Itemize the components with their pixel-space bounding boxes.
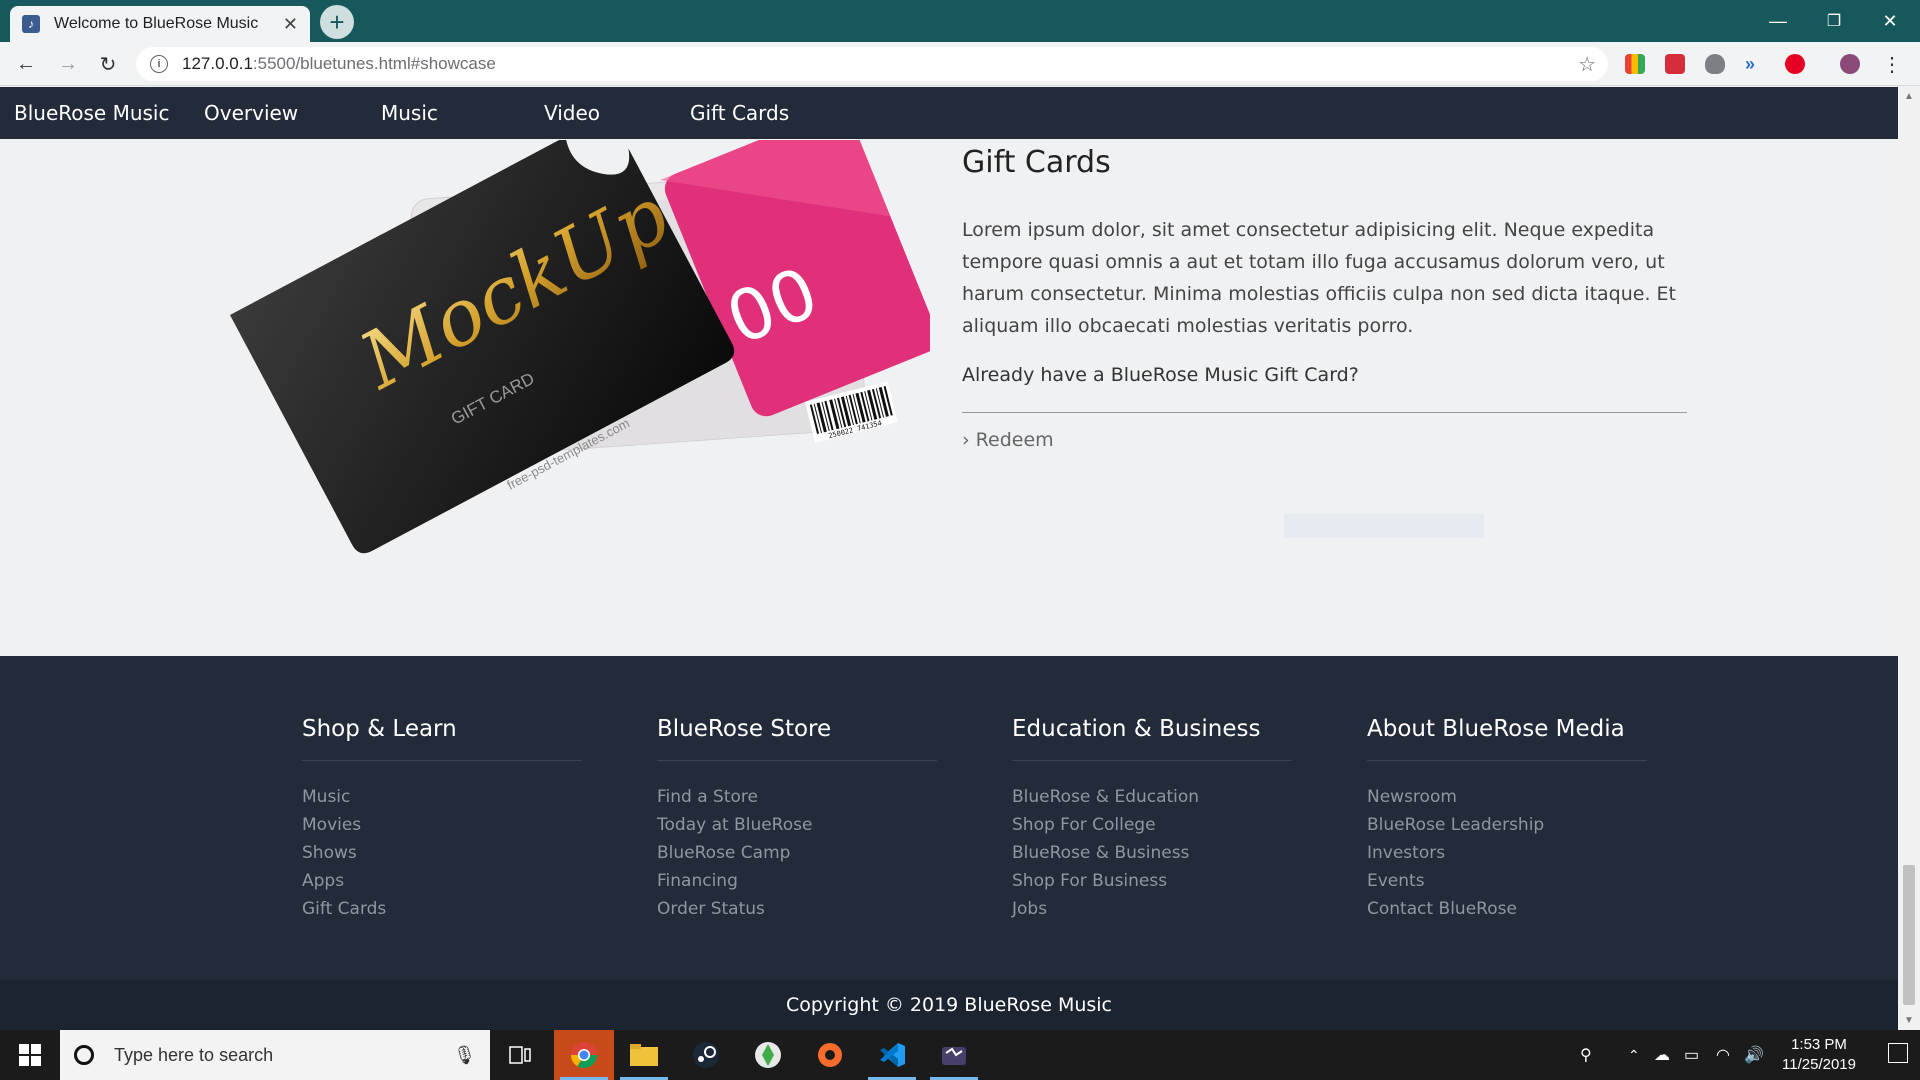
pocket-icon[interactable] <box>1665 54 1685 74</box>
start-button[interactable] <box>0 1030 60 1080</box>
footer-link[interactable]: Financing <box>657 867 937 895</box>
browser-tab[interactable]: ♪ Welcome to BlueRose Music ✕ <box>10 6 310 42</box>
redeem-label: Redeem <box>975 429 1054 451</box>
footer-column-shop: Shop & Learn Music Movies Shows Apps Gif… <box>302 716 582 923</box>
footer-link[interactable]: Shop For Business <box>1012 867 1292 895</box>
address-bar[interactable]: i 127.0.0.1:5500/bluetunes.html#showcase… <box>136 47 1608 81</box>
gift-card-image: 00 250022 741354 MockUp GIFT CARD free-p… <box>230 140 930 554</box>
vscode-icon[interactable] <box>862 1030 922 1080</box>
people-icon[interactable]: ⚲ <box>1580 1030 1592 1080</box>
onedrive-icon[interactable]: ☁ <box>1654 1030 1670 1080</box>
faded-button[interactable] <box>1284 514 1484 538</box>
footer-link[interactable]: Events <box>1367 867 1647 895</box>
task-view-icon[interactable] <box>490 1030 550 1080</box>
browser-toolbar: ← → ↻ i 127.0.0.1:5500/bluetunes.html#sh… <box>0 42 1920 86</box>
tab-close-icon[interactable]: ✕ <box>283 14 298 35</box>
origin-icon[interactable] <box>800 1030 860 1080</box>
new-tab-button[interactable]: + <box>320 5 354 39</box>
steam-icon[interactable] <box>676 1030 736 1080</box>
minimize-button[interactable]: — <box>1750 0 1806 42</box>
footer-link[interactable]: Contact BlueRose <box>1367 895 1647 923</box>
scroll-up-icon[interactable]: ▲ <box>1904 91 1914 102</box>
chevron-right-icon: › <box>962 429 970 451</box>
browser-titlebar: ♪ Welcome to BlueRose Music ✕ + — ❐ ✕ <box>0 0 1920 42</box>
footer-heading: Education & Business <box>1012 716 1292 761</box>
chrome-taskbar-icon[interactable] <box>554 1030 614 1080</box>
browser-menu-icon[interactable]: ⋮ <box>1882 52 1902 77</box>
gift-cards-heading: Gift Cards <box>962 145 1111 180</box>
footer-link[interactable]: Gift Cards <box>302 895 582 923</box>
footer-column-about: About BlueRose Media Newsroom BlueRose L… <box>1367 716 1647 923</box>
footer-link[interactable]: BlueRose & Business <box>1012 839 1292 867</box>
search-placeholder: Type here to search <box>114 1044 274 1065</box>
footer-link[interactable]: Order Status <box>657 895 937 923</box>
divider <box>962 412 1687 413</box>
action-center-icon[interactable] <box>1888 1043 1908 1063</box>
forward-arrow-icon[interactable]: → <box>54 50 82 78</box>
gift-cards-description: Lorem ipsum dolor, sit amet consectetur … <box>962 219 1677 337</box>
copyright-bar: Copyright © 2019 BlueRose Music <box>0 980 1898 1030</box>
pinterest-icon[interactable] <box>1785 54 1805 74</box>
footer-link[interactable]: Shows <box>302 839 582 867</box>
already-have-card-text: Already have a BlueRose Music Gift Card? <box>962 364 1359 386</box>
footer-link[interactable]: Shop For College <box>1012 811 1292 839</box>
redeem-link[interactable]: › Redeem <box>962 429 1054 451</box>
clock-time: 1:53 PM <box>1791 1036 1847 1053</box>
music-note-icon: ♪ <box>22 15 40 33</box>
footer-link[interactable]: BlueRose Leadership <box>1367 811 1647 839</box>
url-host: 127.0.0.1 <box>182 54 253 73</box>
clock-date: 11/25/2019 <box>1782 1056 1856 1073</box>
file-explorer-icon[interactable] <box>614 1030 674 1080</box>
footer-link[interactable]: Apps <box>302 867 582 895</box>
extension-icon[interactable] <box>1625 54 1645 74</box>
site-navbar: BlueRose Music Overview Music Video Gift… <box>0 87 1898 139</box>
back-arrow-icon[interactable]: ← <box>12 50 40 78</box>
chevron-up-icon[interactable]: ⌃ <box>1628 1030 1640 1080</box>
footer-heading: BlueRose Store <box>657 716 937 761</box>
bookmark-star-icon[interactable]: ☆ <box>1578 52 1596 77</box>
nav-gift-cards[interactable]: Gift Cards <box>690 101 789 125</box>
nav-music[interactable]: Music <box>381 101 438 125</box>
battery-icon[interactable]: ▭ <box>1684 1030 1699 1080</box>
scrollbar-thumb[interactable] <box>1903 865 1915 1005</box>
reload-icon[interactable]: ↻ <box>94 50 122 78</box>
footer-link[interactable]: Investors <box>1367 839 1647 867</box>
page-scrollbar[interactable]: ▲ ▼ <box>1898 87 1920 1030</box>
windows-logo-icon <box>19 1044 41 1066</box>
footer-heading: Shop & Learn <box>302 716 582 761</box>
info-icon[interactable]: i <box>150 55 168 73</box>
footer-column-store: BlueRose Store Find a Store Today at Blu… <box>657 716 937 923</box>
restore-button[interactable]: ❐ <box>1806 0 1862 42</box>
cortana-icon <box>74 1045 94 1065</box>
windows-taskbar: Type here to search 🎙 ⚲ ⌃ ☁ ▭ ◠ 🔊 1:53 P… <box>0 1030 1920 1080</box>
scroll-down-icon[interactable]: ▼ <box>1904 1015 1914 1026</box>
taskbar-clock[interactable]: 1:53 PM 11/25/2019 <box>1774 1035 1864 1075</box>
footer-link[interactable]: Newsroom <box>1367 783 1647 811</box>
close-window-button[interactable]: ✕ <box>1862 0 1918 42</box>
tab-title: Welcome to BlueRose Music <box>54 15 259 32</box>
footer-link[interactable]: Jobs <box>1012 895 1292 923</box>
wifi-extension-icon[interactable]: » <box>1745 54 1765 74</box>
footer-heading: About BlueRose Media <box>1367 716 1647 761</box>
wifi-icon[interactable]: ◠ <box>1716 1030 1730 1080</box>
site-footer: Shop & Learn Music Movies Shows Apps Gif… <box>0 656 1898 980</box>
nav-overview[interactable]: Overview <box>204 101 298 125</box>
footer-link[interactable]: BlueRose & Education <box>1012 783 1292 811</box>
footer-link[interactable]: Today at BlueRose <box>657 811 937 839</box>
footer-link[interactable]: Movies <box>302 811 582 839</box>
footer-link[interactable]: Music <box>302 783 582 811</box>
microphone-icon[interactable]: 🎙 <box>453 1045 476 1066</box>
footer-column-education: Education & Business BlueRose & Educatio… <box>1012 716 1292 923</box>
volume-icon[interactable]: 🔊 <box>1744 1030 1764 1080</box>
app-taskbar-icon[interactable] <box>924 1030 984 1080</box>
url-path: :5500/bluetunes.html#showcase <box>252 54 496 73</box>
nav-brand[interactable]: BlueRose Music <box>14 101 169 125</box>
footer-link[interactable]: Find a Store <box>657 783 937 811</box>
profile-avatar-icon[interactable] <box>1840 54 1860 74</box>
nav-video[interactable]: Video <box>544 101 600 125</box>
footer-link[interactable]: BlueRose Camp <box>657 839 937 867</box>
shield-icon[interactable] <box>1705 54 1725 74</box>
sims-plumbob-icon[interactable] <box>738 1030 798 1080</box>
taskbar-search-box[interactable]: Type here to search 🎙 <box>60 1030 490 1080</box>
